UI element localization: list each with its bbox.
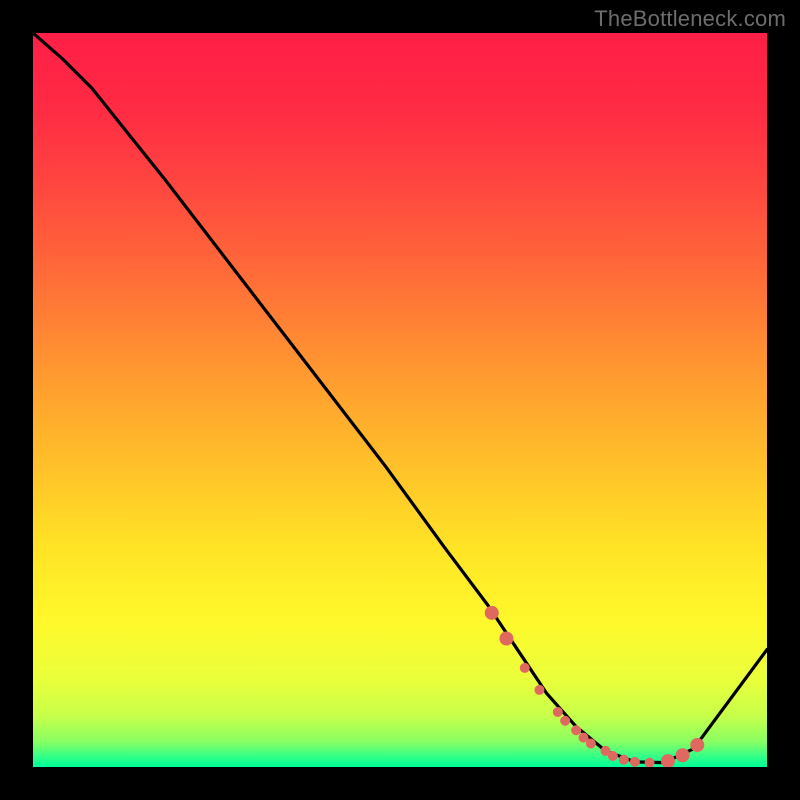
data-point bbox=[586, 739, 596, 749]
gradient-background bbox=[33, 33, 767, 767]
data-point bbox=[560, 716, 570, 726]
data-point bbox=[630, 757, 640, 767]
watermark-text: TheBottleneck.com bbox=[594, 6, 786, 32]
chart-svg bbox=[33, 33, 767, 767]
data-point bbox=[499, 632, 513, 646]
data-point bbox=[553, 707, 563, 717]
data-point bbox=[619, 755, 629, 765]
data-point bbox=[520, 663, 530, 673]
data-point bbox=[485, 606, 499, 620]
data-point bbox=[534, 685, 544, 695]
data-point bbox=[571, 725, 581, 735]
data-point bbox=[676, 748, 690, 762]
data-point bbox=[608, 751, 618, 761]
chart-stage: TheBottleneck.com bbox=[0, 0, 800, 800]
data-point bbox=[690, 738, 704, 752]
